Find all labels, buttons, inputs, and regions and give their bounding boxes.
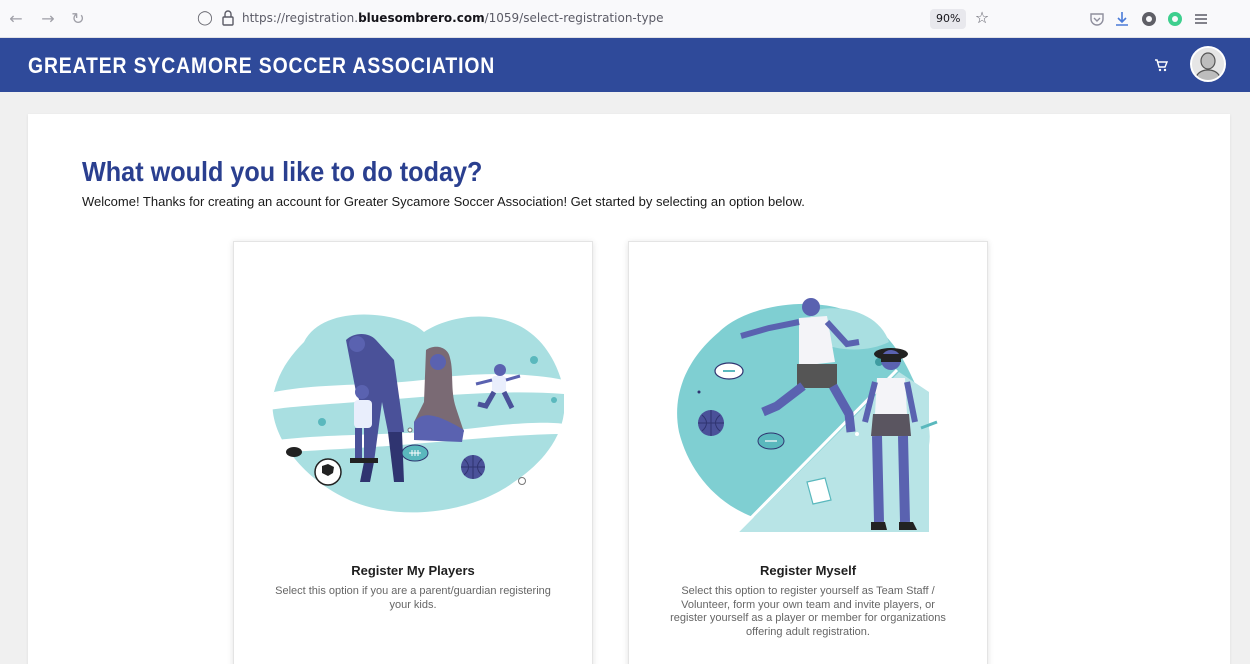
register-my-players-card[interactable]: Register My Players Select this option i…	[233, 241, 593, 664]
option-title[interactable]: Register My Players	[234, 563, 592, 578]
register-myself-card[interactable]: Register Myself Select this option to re…	[628, 241, 988, 664]
url-bar[interactable]: ◯ https://registration.bluesombrero.com/…	[194, 6, 1014, 32]
bookmark-star-icon[interactable]: ☆	[972, 8, 992, 28]
pocket-icon[interactable]	[1088, 10, 1106, 28]
cart-icon[interactable]	[1154, 58, 1168, 72]
user-silhouette-icon	[1192, 48, 1224, 80]
option-description: Select this option if you are a parent/g…	[275, 585, 551, 611]
family-soccer-illustration	[264, 314, 564, 513]
site-title[interactable]: GREATER SYCAMORE SOCCER ASSOCIATION	[28, 53, 495, 79]
back-icon[interactable]: ←	[6, 9, 26, 29]
account-extension-icon[interactable]	[1166, 10, 1184, 28]
lock-icon[interactable]	[220, 9, 236, 27]
download-icon[interactable]	[1113, 10, 1131, 28]
tracking-shield-icon[interactable]: ◯	[196, 9, 214, 27]
browser-toolbar: ← → ↻ ◯ https://registration.bluesombrer…	[0, 0, 1250, 38]
page-title: What would you like to do today?	[82, 156, 483, 187]
zoom-level-badge[interactable]: 90%	[930, 9, 967, 29]
reload-icon[interactable]: ↻	[68, 9, 88, 29]
user-avatar[interactable]	[1190, 46, 1226, 82]
extension-icon[interactable]	[1140, 10, 1158, 28]
menu-icon[interactable]	[1192, 10, 1210, 28]
option-title[interactable]: Register Myself	[629, 563, 987, 578]
url-text[interactable]: https://registration.bluesombrero.com/10…	[242, 11, 664, 25]
site-header: GREATER SYCAMORE SOCCER ASSOCIATION	[0, 38, 1250, 92]
forward-icon[interactable]: →	[38, 9, 58, 29]
main-panel: What would you like to do today? Welcome…	[28, 114, 1230, 664]
welcome-message: Welcome! Thanks for creating an account …	[82, 194, 805, 209]
option-description: Select this option to register yourself …	[670, 585, 946, 638]
adult-players-illustration	[677, 298, 938, 534]
